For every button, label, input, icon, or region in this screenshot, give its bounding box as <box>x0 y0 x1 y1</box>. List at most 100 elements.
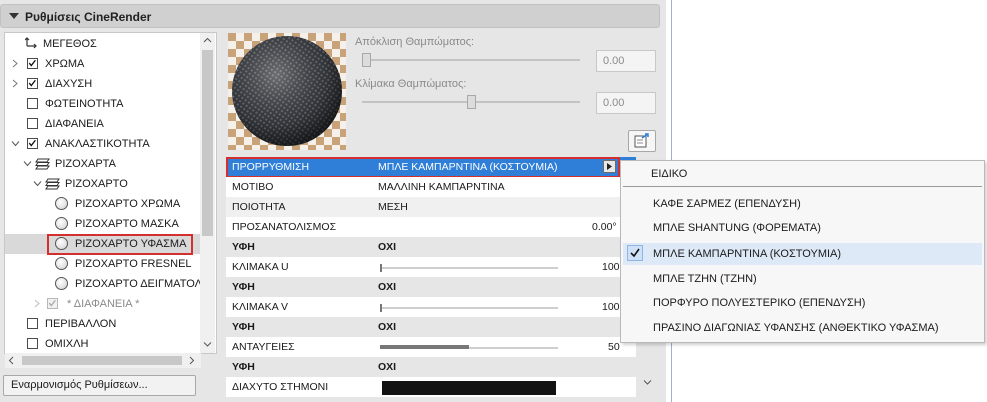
deviation-label: Απόκλιση Θαμπώματος: <box>355 36 475 48</box>
prop-value: ΟΧΙ <box>378 361 397 373</box>
tree-item-transparency-disabled: * ΔΙΑΦΑΝΕΙΑ * <box>5 294 201 314</box>
prop-row-texture[interactable]: ΥΦΗ ΟΧΙ <box>226 277 636 297</box>
tree-item-size[interactable]: ΜΕΓΕΘΟΣ <box>5 34 201 54</box>
chevron-down-icon[interactable] <box>11 139 20 148</box>
tree-item-bump-mask[interactable]: ΡΙΖΟΧΑΡΤΟ ΜΑΣΚΑ <box>5 214 201 234</box>
scroll-down-icon[interactable] <box>643 378 652 387</box>
prop-name: ΠΡΟΡΡΥΘΜΙΣΗ <box>232 161 310 173</box>
material-preview <box>228 33 346 150</box>
prop-row-scale-u[interactable]: ΚΛΙΜΑΚΑ U 100 <box>226 257 636 277</box>
tree-item-transparency[interactable]: ΔΙΑΦΑΝΕΙΑ <box>5 114 201 134</box>
tree-item-label: ΡΙΖΟΧΑΡΤΟ <box>65 178 128 190</box>
tree-checkbox[interactable] <box>27 138 38 149</box>
chevron-right-icon[interactable] <box>11 59 20 68</box>
tree-checkbox[interactable] <box>27 98 38 109</box>
menu-separator <box>623 186 982 187</box>
prop-row-texture[interactable]: ΥΦΗ ΟΧΙ <box>226 317 636 337</box>
scroll-right-icon[interactable] <box>187 356 196 365</box>
scroll-down-icon[interactable] <box>203 340 212 349</box>
menu-item[interactable]: ΜΠΛΕ ΤΖΗΝ (ΤΖΗΝ) <box>653 273 757 285</box>
tree-item-label: * ΔΙΑΦΑΝΕΙΑ * <box>67 298 140 310</box>
tree-item-label: ΡΙΖΟΧΑΡΤΟ ΧΡΩΜΑ <box>75 198 181 210</box>
scroll-up-icon[interactable] <box>203 36 212 45</box>
tree-item-label: ΡΙΖΟΧΑΡΤΑ <box>55 158 116 170</box>
scale-v-slider-mark[interactable] <box>380 304 382 312</box>
radio-icon <box>55 257 68 270</box>
prop-row-scale-v[interactable]: ΚΛΙΜΑΚΑ V 100 <box>226 297 636 317</box>
prop-row-preset[interactable]: ΠΡΟΡΡΥΘΜΙΣΗ ΜΠΛΕ ΚΑΜΠΑΡΝΤΙΝΑ (ΚΟΣΤΟΥΜΙΑ) <box>226 157 636 177</box>
prop-row-pattern[interactable]: ΜΟΤΙΒΟ ΜΑΛΛΙΝΗ ΚΑΜΠΑΡΝΤΙΝΑ <box>226 177 636 197</box>
tree-item-color[interactable]: ΧΡΩΜΑ <box>5 54 201 74</box>
scale-v-slider[interactable] <box>380 307 558 309</box>
tree-hscroll-thumb[interactable] <box>22 356 182 365</box>
prop-row-texture[interactable]: ΥΦΗ ΟΧΙ <box>226 237 636 257</box>
tree-item-bump-fabric[interactable]: ΡΙΖΟΧΑΡΤΟ ΥΦΑΣΜΑ <box>5 234 201 254</box>
tree-item-label: ΠΕΡΙΒΑΛΛΟΝ <box>45 318 117 330</box>
preset-dropdown-menu: ΕΙΔΙΚΟ ΚΑΦΕ ΣΑΡΜΕΖ (ΕΠΕΝΔΥΣΗ) ΜΠΛΕ SHANT… <box>620 160 985 343</box>
tree-item-bump-sampler[interactable]: ΡΙΖΟΧΑΡΤΟ ΔΕΙΓΜΑΤΟΛ <box>5 274 202 294</box>
tree-scroll-thumb[interactable] <box>202 50 213 236</box>
tree-checkbox[interactable] <box>27 118 38 129</box>
deviation-slider-thumb[interactable] <box>362 53 371 67</box>
highlights-slider-fill[interactable] <box>380 345 469 349</box>
tree-item-label: ΑΝΑΚΛΑΣΤΙΚΟΤΗΤΑ <box>45 138 150 150</box>
menu-item-selected[interactable]: ΜΠΛΕ ΚΑΜΠΑΡΝΤΙΝΑ (ΚΟΣΤΟΥΜΙΑ) <box>653 248 841 260</box>
menu-item[interactable]: ΜΠΛΕ SHANTUNG (ΦΟΡΕΜΑΤΑ) <box>653 222 821 234</box>
scale-value-field[interactable]: 0.00 <box>596 92 656 114</box>
tree-item-bump-color[interactable]: ΡΙΖΟΧΑΡΤΟ ΧΡΩΜΑ <box>5 194 201 214</box>
prop-name: ΥΦΗ <box>232 281 255 293</box>
scroll-left-icon[interactable] <box>7 356 16 365</box>
prop-name: ΚΛΙΜΑΚΑ V <box>232 301 289 313</box>
radio-icon <box>55 197 68 210</box>
triangle-right-icon <box>607 163 612 170</box>
tree-item-luminance[interactable]: ΦΩΤΕΙΝΟΤΗΤΑ <box>5 94 201 114</box>
prop-name: ΠΡΟΣΑΝΑΤΟΛΙΣΜΟΣ <box>232 221 337 233</box>
prop-name: ΥΦΗ <box>232 361 255 373</box>
color-swatch[interactable] <box>382 381 556 395</box>
export-button[interactable] <box>628 130 656 152</box>
scale-u-slider[interactable] <box>380 267 558 269</box>
prop-value: ΟΧΙ <box>378 241 397 253</box>
preset-menu-button[interactable] <box>603 160 616 173</box>
prop-row-texture[interactable]: ΥΦΗ ΟΧΙ <box>226 357 636 377</box>
chevron-right-icon <box>34 299 40 308</box>
prop-value: ΟΧΙ <box>378 281 397 293</box>
tree-item-label: ΔΙΑΧΥΣΗ <box>45 78 93 90</box>
menu-item[interactable]: ΠΡΑΣΙΝΟ ΔΙΑΓΩΝΙΑΣ ΥΦΑΝΣΗΣ (ΑΝΘΕΚΤΙΚΟ ΥΦΑ… <box>653 322 939 334</box>
chevron-down-icon[interactable] <box>23 159 32 168</box>
prop-name: ΜΟΤΙΒΟ <box>232 181 274 193</box>
scale-slider-thumb[interactable] <box>467 95 476 109</box>
prop-row-quality[interactable]: ΠΟΙΟΤΗΤΑ ΜΕΣΗ <box>226 197 636 217</box>
deviation-value-field[interactable]: 0.00 <box>596 50 656 72</box>
tree-item-label: ΦΩΤΕΙΝΟΤΗΤΑ <box>45 98 124 110</box>
export-icon <box>634 133 649 148</box>
tree-item-bump-map[interactable]: ΡΙΖΟΧΑΡΤΟ <box>5 174 201 194</box>
tree-checkbox <box>47 298 58 309</box>
panel-header[interactable]: Ρυθμίσεις CineRender <box>0 4 660 28</box>
tree-item-label: ΔΙΑΦΑΝΕΙΑ <box>45 118 104 130</box>
menu-item-custom[interactable]: ΕΙΔΙΚΟ <box>651 168 687 180</box>
tree-item-environment[interactable]: ΠΕΡΙΒΑΛΛΟΝ <box>5 314 201 334</box>
menu-item[interactable]: ΠΟΡΦΥΡΟ ΠΟΛΥΕΣΤΕΡΙΚΟ (ΕΠΕΝΔΥΣΗ) <box>653 297 865 309</box>
tree-checkbox[interactable] <box>27 338 38 349</box>
chevron-right-icon[interactable] <box>11 79 20 88</box>
harmonize-settings-button[interactable]: Εναρμονισμός Ρυθμίσεων... <box>3 375 196 396</box>
menu-item[interactable]: ΚΑΦΕ ΣΑΡΜΕΖ (ΕΠΕΝΔΥΣΗ) <box>653 198 801 210</box>
tree-checkbox[interactable] <box>27 58 38 69</box>
prop-value: 50 <box>608 341 620 353</box>
tree-item-bump-maps[interactable]: ΡΙΖΟΧΑΡΤΑ <box>5 154 201 174</box>
radio-icon <box>55 217 68 230</box>
tree-item-bump-fresnel[interactable]: ΡΙΖΟΧΑΡΤΟ FRESNEL <box>5 254 201 274</box>
tree-item-fog[interactable]: ΟΜΙΧΛΗ <box>5 334 201 354</box>
prop-row-highlights[interactable]: ΑΝΤΑΥΓΕΙΕΣ 50 <box>226 337 636 357</box>
tree-checkbox[interactable] <box>27 78 38 89</box>
scale-label: Κλίμακα Θαμπώματος: <box>355 78 467 90</box>
chevron-down-icon[interactable] <box>33 179 42 188</box>
scale-u-slider-mark[interactable] <box>380 264 382 272</box>
prop-row-diffuse-thread[interactable]: ΔΙΑΧΥΤΟ ΣΤΗΜΟΝΙ <box>226 377 636 397</box>
tree-item-reflectance[interactable]: ΑΝΑΚΛΑΣΤΙΚΟΤΗΤΑ <box>5 134 201 154</box>
tree-item-diffusion[interactable]: ΔΙΑΧΥΣΗ <box>5 74 201 94</box>
deviation-slider-track[interactable] <box>362 59 580 61</box>
prop-row-orientation[interactable]: ΠΡΟΣΑΝΑΤΟΛΙΣΜΟΣ 0.00° <box>226 217 636 237</box>
tree-checkbox[interactable] <box>27 318 38 329</box>
